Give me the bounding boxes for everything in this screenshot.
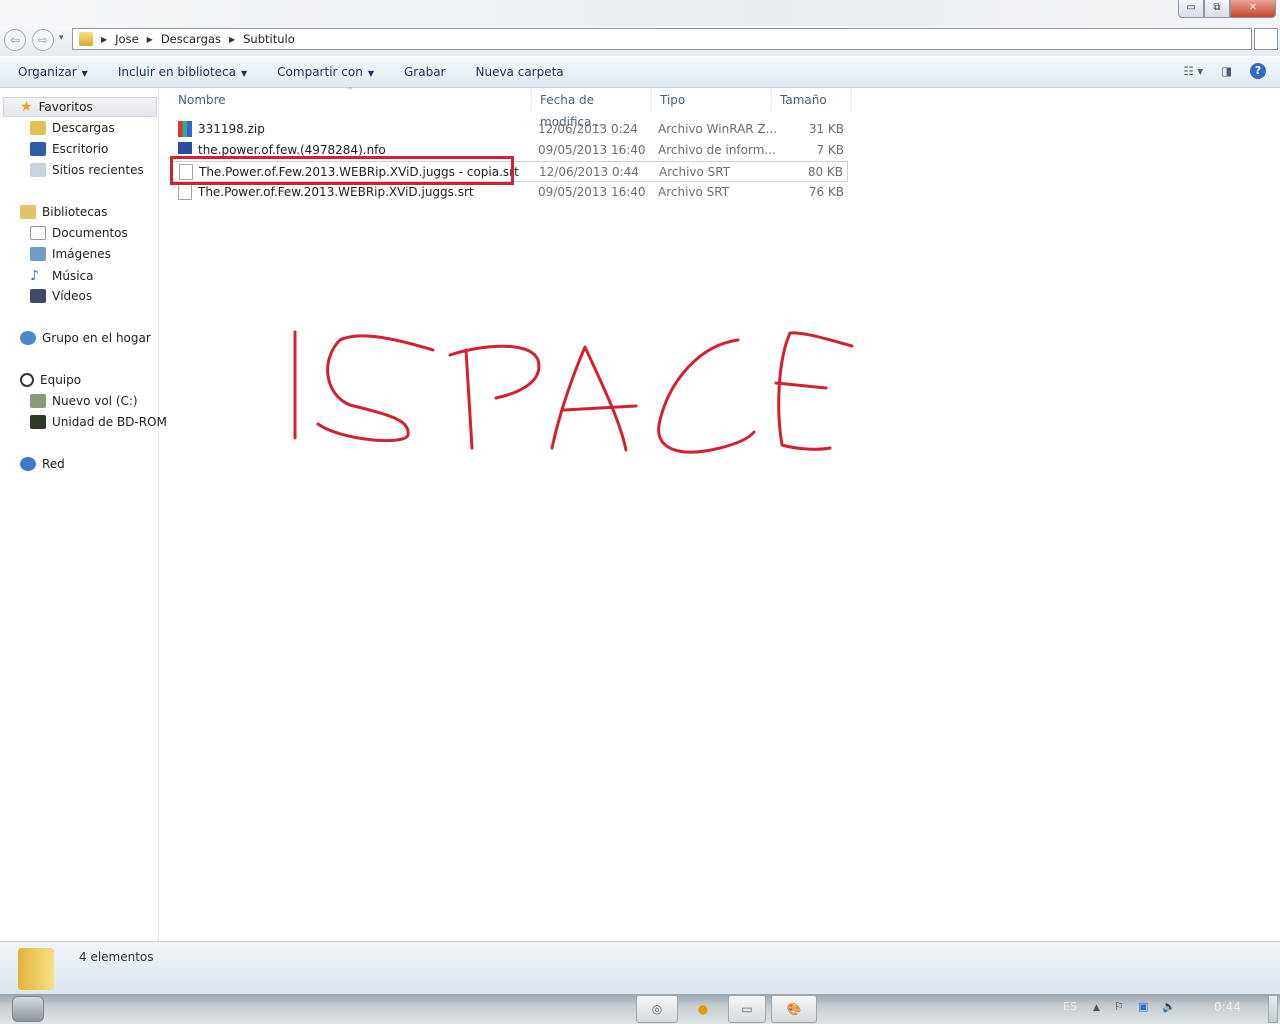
details-pane: 4 elementos	[0, 941, 1280, 994]
folder-icon	[18, 948, 54, 990]
action-center-flag-icon[interactable]: ⚐	[1114, 1000, 1124, 1013]
app-icon: ●	[697, 1002, 709, 1016]
explorer-icon: ▭	[741, 1002, 753, 1016]
show-desktop-button[interactable]	[1268, 995, 1278, 1023]
taskbar: ◎ ● ▭ 🎨 ES ▲ ⚐ ▣ 🔈 0:44	[0, 994, 1280, 1024]
taskbar-app[interactable]: ●	[682, 995, 724, 1023]
handwritten-annotation	[293, 330, 854, 454]
taskbar-explorer[interactable]: ▭	[728, 995, 766, 1023]
taskbar-chrome[interactable]: ◎	[636, 995, 678, 1023]
item-count: 4 elementos	[79, 950, 154, 964]
show-hidden-icons-button[interactable]: ▲	[1093, 1003, 1100, 1013]
chrome-icon: ◎	[651, 1002, 663, 1016]
clock[interactable]: 0:44	[1214, 1000, 1241, 1014]
network-icon[interactable]: ▣	[1138, 1000, 1148, 1013]
language-indicator[interactable]: ES	[1063, 1000, 1077, 1013]
paint-icon: 🎨	[786, 1002, 802, 1016]
start-button[interactable]	[12, 996, 44, 1022]
taskbar-paint[interactable]: 🎨	[771, 995, 817, 1023]
volume-icon[interactable]: 🔈	[1162, 1000, 1176, 1013]
